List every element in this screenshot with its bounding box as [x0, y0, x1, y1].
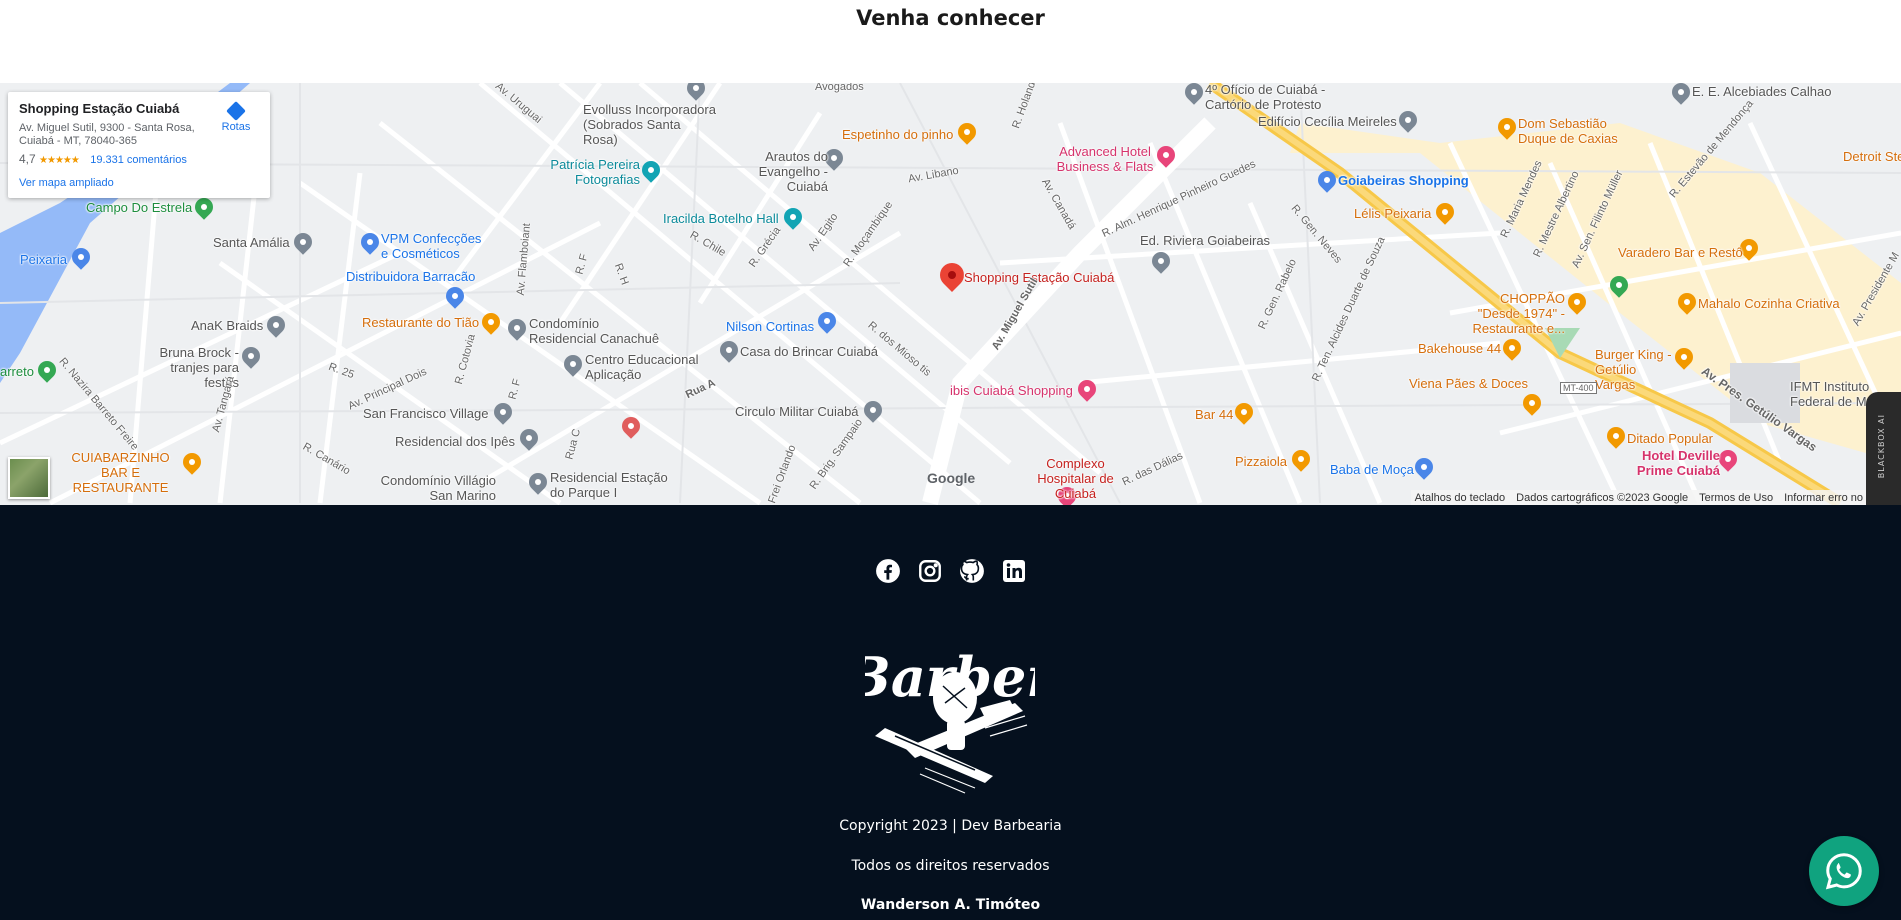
- place-address: Av. Miguel Sutil, 9300 - Santa Rosa, Cui…: [19, 122, 195, 148]
- map-label[interactable]: Nilson Cortinas: [726, 319, 814, 335]
- map-label[interactable]: arreto: [0, 364, 34, 380]
- copyright-text: Copyright 2023 | Dev Barbearia: [839, 818, 1062, 834]
- google-map[interactable]: Shopping Estação Cuiabá Evolluss Incorpo…: [0, 83, 1901, 505]
- map-label[interactable]: Goiabeiras Shopping: [1338, 173, 1469, 189]
- map-label[interactable]: Casa do Brincar Cuiabá: [740, 344, 878, 360]
- map-label[interactable]: Bar 44: [1195, 407, 1233, 423]
- map-label[interactable]: Condomínio Villágio San Marino: [378, 473, 496, 504]
- map-label[interactable]: Baba de Moça: [1330, 462, 1414, 478]
- map-label[interactable]: Pizzaiola: [1235, 454, 1287, 470]
- author-name: Wanderson A. Timóteo: [860, 897, 1041, 913]
- map-label[interactable]: Espetinho do pinho: [842, 127, 953, 143]
- blackbox-label: BLACKBOX AI: [1877, 414, 1886, 479]
- map-label[interactable]: Patrícia Pereira Fotografias: [550, 157, 640, 188]
- map-label[interactable]: Distribuidora Barracão: [346, 269, 475, 285]
- map-label[interactable]: Residencial dos Ipês: [395, 434, 515, 450]
- map-label[interactable]: Lélis Peixaria: [1354, 206, 1431, 222]
- map-label[interactable]: 4º Ofício de Cuiabá - Cartório de Protes…: [1205, 83, 1340, 113]
- map-label[interactable]: Bakehouse 44: [1418, 341, 1501, 357]
- street-label: Avogados: [815, 83, 864, 93]
- reviews-link[interactable]: 19.331 comentários: [90, 154, 187, 166]
- keyboard-shortcuts-link[interactable]: Atalhos do teclado: [1415, 492, 1506, 504]
- map-label[interactable]: ibis Cuiabá Shopping: [950, 383, 1073, 399]
- directions-icon: [226, 101, 246, 121]
- map-label[interactable]: E. E. Alcebiades Calhao: [1692, 84, 1831, 100]
- map-label[interactable]: Detroit Stea: [1843, 149, 1901, 165]
- terms-link[interactable]: Termos de Uso: [1699, 492, 1773, 504]
- rating-value: 4,7: [19, 152, 36, 166]
- map-label[interactable]: Burger King - Getúlio Vargas: [1595, 347, 1675, 393]
- facebook-icon[interactable]: [874, 557, 902, 585]
- rights-text: Todos os direitos reservados: [851, 858, 1050, 874]
- barber-logo: Barber: [843, 608, 1058, 798]
- map-label[interactable]: Hotel Deville Prime Cuiabá: [1630, 448, 1720, 479]
- social-links: [0, 557, 1901, 585]
- map-label[interactable]: Circulo Militar Cuiabá: [735, 404, 859, 420]
- satellite-toggle[interactable]: [8, 457, 50, 499]
- map-label[interactable]: Ed. Riviera Goiabeiras: [1140, 233, 1270, 249]
- map-label[interactable]: Ditado Popular: [1627, 431, 1713, 447]
- map-label[interactable]: Santa Amália: [213, 235, 290, 251]
- map-label[interactable]: VPM Confecções e Cosméticos: [381, 231, 491, 262]
- directions-button[interactable]: Rotas: [220, 101, 252, 133]
- map-label[interactable]: Centro Educacional Aplicação: [585, 352, 705, 383]
- map-label[interactable]: Evolluss Incorporadora (Sobrados Santa R…: [583, 102, 718, 148]
- map-label[interactable]: CUIABARZINHO BAR E RESTAURANTE: [58, 450, 183, 496]
- map-label[interactable]: Varadero Bar e Restô: [1618, 245, 1743, 261]
- map-label[interactable]: Iracilda Botelho Hall: [663, 211, 779, 227]
- place-name: Shopping Estação Cuiabá: [19, 101, 180, 116]
- map-label[interactable]: Complexo Hospitalar de Cuiabá: [1028, 456, 1123, 502]
- map-label[interactable]: Dom Sebastião Duque de Caxias: [1518, 116, 1628, 147]
- section-title: Venha conhecer: [856, 6, 1045, 30]
- report-error-link[interactable]: Informar erro no: [1784, 492, 1863, 504]
- map-label[interactable]: Arautos do Evangelho - Cuiabá: [758, 149, 828, 195]
- map-label[interactable]: Peixaria: [20, 252, 67, 268]
- map-label[interactable]: AnaK Braids: [191, 318, 263, 334]
- street-label: MT-400: [1560, 382, 1597, 395]
- map-data-text: Dados cartográficos ©2023 Google: [1516, 491, 1689, 504]
- whatsapp-icon: [1825, 853, 1862, 890]
- map-label[interactable]: Advanced Hotel Business & Flats: [1055, 144, 1155, 175]
- place-info-card: Shopping Estação Cuiabá Av. Miguel Sutil…: [8, 92, 270, 198]
- map-attribution: Atalhos do teclado Dados cartográficos ©…: [1410, 490, 1867, 505]
- map-label[interactable]: Mahalo Cozinha Criativa: [1698, 296, 1840, 312]
- directions-label: Rotas: [221, 121, 251, 133]
- instagram-icon[interactable]: [916, 557, 944, 585]
- map-label[interactable]: Restaurante do Tião: [362, 315, 479, 331]
- map-label[interactable]: Residencial Estação do Parque I: [550, 470, 680, 501]
- map-label[interactable]: Condomínio Residencial Canachuê: [529, 316, 664, 347]
- whatsapp-button[interactable]: [1809, 836, 1879, 906]
- site-footer: Barber Copyright 2023 | Dev Barbearia To…: [0, 505, 1901, 920]
- map-label[interactable]: San Francisco Village: [363, 406, 489, 422]
- google-logo: Google: [927, 470, 976, 486]
- linkedin-icon[interactable]: [1000, 557, 1028, 585]
- map-label[interactable]: Edifício Cecília Meireles: [1258, 114, 1397, 130]
- place-rating: 4,7 ★★★★★ 19.331 comentários: [19, 152, 187, 166]
- rating-stars-icon: ★★★★★: [39, 155, 80, 166]
- map-label[interactable]: CHOPPÃO "Desde 1974" - Restaurante e...: [1455, 291, 1566, 337]
- larger-map-link[interactable]: Ver mapa ampliado: [19, 177, 114, 189]
- github-icon[interactable]: [958, 557, 986, 585]
- map-label[interactable]: Campo Do Estrela: [86, 200, 192, 216]
- map-label[interactable]: Viena Pães & Doces: [1409, 376, 1528, 392]
